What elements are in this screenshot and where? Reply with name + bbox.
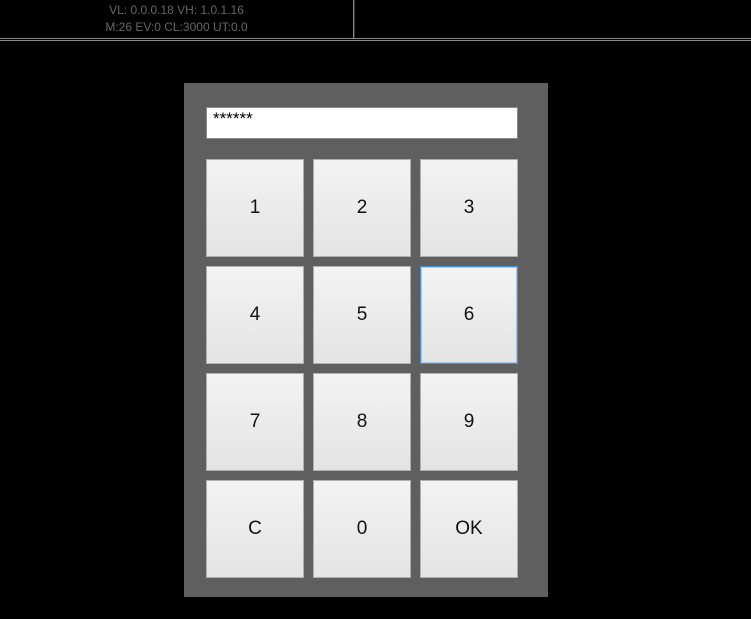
key-9[interactable]: 9 [420, 373, 518, 471]
keypad-grid: 1 2 3 4 5 6 7 8 9 C 0 OK [206, 159, 526, 578]
key-4[interactable]: 4 [206, 266, 304, 364]
status-right-panel [354, 0, 751, 38]
key-5[interactable]: 5 [313, 266, 411, 364]
key-7[interactable]: 7 [206, 373, 304, 471]
key-0[interactable]: 0 [313, 480, 411, 578]
pin-keypad-panel: ****** 1 2 3 4 5 6 7 8 9 C 0 OK [184, 83, 548, 597]
metrics-line: M:26 EV:0 CL:3000 UT:0.0 [0, 19, 353, 36]
key-clear[interactable]: C [206, 480, 304, 578]
top-status-bar: VL: 0.0.0.18 VH: 1.0.1.16 M:26 EV:0 CL:3… [0, 0, 751, 41]
version-line: VL: 0.0.0.18 VH: 1.0.1.16 [0, 2, 353, 19]
status-left-panel: VL: 0.0.0.18 VH: 1.0.1.16 M:26 EV:0 CL:3… [0, 0, 354, 38]
key-8[interactable]: 8 [313, 373, 411, 471]
key-6[interactable]: 6 [420, 266, 518, 364]
key-2[interactable]: 2 [313, 159, 411, 257]
pin-input[interactable]: ****** [206, 107, 518, 139]
key-3[interactable]: 3 [420, 159, 518, 257]
key-1[interactable]: 1 [206, 159, 304, 257]
key-ok[interactable]: OK [420, 480, 518, 578]
